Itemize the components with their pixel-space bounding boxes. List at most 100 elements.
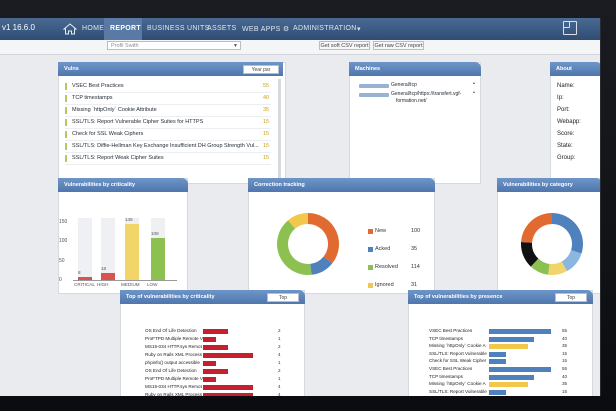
top-crit-row-label[interactable]: ProFTPD Multiple Remote V xyxy=(145,376,203,381)
vuln-row-marker xyxy=(65,95,67,102)
top-pres-bar[interactable] xyxy=(489,367,551,372)
vuln-row-label[interactable]: SSL/TLS: Report Weak Cipher Suites xyxy=(72,155,164,161)
vulns-scrollbar[interactable] xyxy=(278,79,281,179)
top-crit-bar[interactable] xyxy=(203,329,228,334)
profile-select-value: Profil Swith xyxy=(111,43,139,49)
legend-value: 31 xyxy=(411,282,418,288)
top-crit-row-label[interactable]: MS15-034 HTTP.sys Remot xyxy=(145,384,202,389)
x-tick-label: HIGH xyxy=(97,282,109,287)
vulns-panel: Vulns Year par VSEC Best Practices 55 TCP … xyxy=(58,62,286,184)
machine-link-icon[interactable]: • xyxy=(473,81,475,87)
top-pres-bar[interactable] xyxy=(489,359,506,365)
about-field-label: Port: xyxy=(557,107,570,113)
top-pres-button[interactable]: Top xyxy=(555,293,587,302)
about-field-label: Group: xyxy=(557,155,576,161)
vuln-row-label[interactable]: Missing `httpOnly` Cookie Attribute xyxy=(72,107,157,113)
raw-csv-button[interactable]: Get raw CSV report xyxy=(373,41,424,50)
home-icon[interactable] xyxy=(62,21,78,37)
row-divider xyxy=(65,140,271,141)
vuln-row-label[interactable]: VSEC Best Practices xyxy=(72,83,124,89)
category-panel: Vulnerabilities by category xyxy=(497,178,600,294)
criticality-panel: Vulnerabilities by criticality 0 50 100 150… xyxy=(58,178,188,294)
top-pres-bar[interactable] xyxy=(489,351,506,357)
top-crit-bar[interactable] xyxy=(203,369,228,374)
bar-high[interactable] xyxy=(101,273,115,280)
nav-web-apps[interactable]: WEB APPS ⚙ xyxy=(242,25,289,33)
tracking-slice-new[interactable] xyxy=(308,213,339,264)
top-pres-row-label[interactable]: TCP timestamps xyxy=(429,336,463,341)
top-crit-row-label[interactable]: OS End Of Life Detection xyxy=(145,328,197,333)
top-presence-panel: Top of vulnerabilities by presence Top V… xyxy=(408,290,593,396)
top-pres-bar[interactable] xyxy=(489,389,506,395)
vuln-row-label[interactable]: SSL/TLS: Report Vulnerable Cipher Suites… xyxy=(72,119,203,125)
tracking-donut-chart[interactable] xyxy=(269,205,347,283)
top-pres-bar[interactable] xyxy=(489,336,535,342)
bar-medium[interactable] xyxy=(125,223,139,280)
top-pres-row-label[interactable]: SSL/TLS: Report Vulnerable xyxy=(429,389,487,394)
top-crit-row-label[interactable]: Ruby on Rails XML Process xyxy=(145,352,202,357)
machine-row[interactable]: General/tcp xyxy=(391,82,417,88)
top-pres-row-label[interactable]: Missing `httpOnly` Cookie A xyxy=(429,381,486,386)
top-pres-bar[interactable] xyxy=(489,374,535,380)
vuln-row-marker xyxy=(65,155,67,162)
nav-home[interactable]: HOME xyxy=(82,25,104,32)
top-crit-row-value: 4 xyxy=(278,352,281,357)
bar-low[interactable] xyxy=(151,238,165,280)
top-crit-row-label[interactable]: Ruby on Rails XML Process xyxy=(145,392,202,396)
vuln-row-label[interactable]: SSL/TLS: Diffie-Hellman Key Exchange Ins… xyxy=(72,143,259,149)
profile-select[interactable]: Profil Swith ▼ xyxy=(107,41,241,50)
legend-label[interactable]: Ignored xyxy=(375,282,394,288)
machine-link-icon[interactable]: • xyxy=(473,90,475,96)
top-pres-bar[interactable] xyxy=(489,344,529,350)
top-crit-row-label[interactable]: phpinfo() output accessible xyxy=(145,360,200,365)
app-screen: v1 16.6.0 HOME REPORT BUSINESS UNITS ASS… xyxy=(0,18,601,396)
top-pres-row-label[interactable]: Check for SSL Weak Cipher xyxy=(429,358,486,363)
vulns-year-button[interactable]: Year par xyxy=(243,65,279,74)
app-version: v1 16.6.0 xyxy=(2,23,35,32)
top-pres-row-value: 55 xyxy=(562,328,568,333)
top-pres-row-label[interactable]: VSEC Best Practices xyxy=(429,366,472,371)
legend-label[interactable]: Acked xyxy=(375,246,390,252)
top-pres-bar[interactable] xyxy=(489,382,529,388)
category-slice[interactable] xyxy=(552,213,583,254)
top-pres-row-label[interactable]: TCP timestamps xyxy=(429,374,463,379)
top-crit-bar[interactable] xyxy=(203,393,253,396)
top-crit-row-label[interactable]: OS End Of Life Detection xyxy=(145,368,197,373)
nav-administration[interactable]: ADMINISTRATION xyxy=(293,25,357,32)
legend-label[interactable]: Resolved xyxy=(375,264,398,270)
toolbar xyxy=(0,40,600,55)
top-crit-bar[interactable] xyxy=(203,337,216,342)
about-title-text: About xyxy=(556,66,572,72)
top-crit-row-label[interactable]: MS15-034 HTTP.sys Remot xyxy=(145,344,202,349)
top-pres-row-label[interactable]: SSL/TLS: Report Vulnerable xyxy=(429,351,487,356)
nav-business-units[interactable]: BUSINESS UNITS xyxy=(147,25,210,32)
top-crit-bar[interactable] xyxy=(203,353,253,358)
vuln-row-label[interactable]: Check for SSL Weak Ciphers xyxy=(72,131,143,137)
top-crit-button[interactable]: Top xyxy=(267,293,299,302)
legend-label[interactable]: New xyxy=(375,228,386,234)
top-crit-bar[interactable] xyxy=(203,385,253,390)
about-field-label: Ip: xyxy=(557,95,564,101)
nav-assets[interactable]: ASSETS xyxy=(207,25,236,32)
nav-report[interactable]: REPORT xyxy=(110,25,141,32)
category-donut-chart[interactable] xyxy=(513,205,591,283)
top-crit-bar[interactable] xyxy=(203,361,216,366)
vuln-row-label[interactable]: TCP timestamps xyxy=(72,95,113,101)
machine-ip-redacted xyxy=(359,84,389,88)
top-pres-row-value: 40 xyxy=(562,373,568,379)
top-pres-row-label[interactable]: Missing `httpOnly` Cookie A xyxy=(429,343,486,348)
soft-csv-button[interactable]: Get soft CSV report xyxy=(319,41,370,50)
row-divider xyxy=(65,116,271,117)
legend-swatch xyxy=(368,247,373,252)
top-crit-row-label[interactable]: ProFTPD Multiple Remote V xyxy=(145,336,203,341)
nav-more-dropdown[interactable]: ▾ xyxy=(357,25,361,33)
top-crit-bar[interactable] xyxy=(203,377,216,382)
tracking-slice-resolved[interactable] xyxy=(277,220,312,275)
top-crit-row-value: 2 xyxy=(278,328,281,333)
machine-row[interactable]: General/tcp/https://transfert.vgf- xyxy=(391,91,461,97)
top-crit-bar[interactable] xyxy=(203,345,228,350)
category-slice[interactable] xyxy=(521,213,552,243)
top-pres-row-label[interactable]: VSEC Best Practices xyxy=(429,328,472,333)
top-pres-bar[interactable] xyxy=(489,329,551,334)
top-criticality-panel: Top of vulnerabilities by criticality To… xyxy=(120,290,305,396)
